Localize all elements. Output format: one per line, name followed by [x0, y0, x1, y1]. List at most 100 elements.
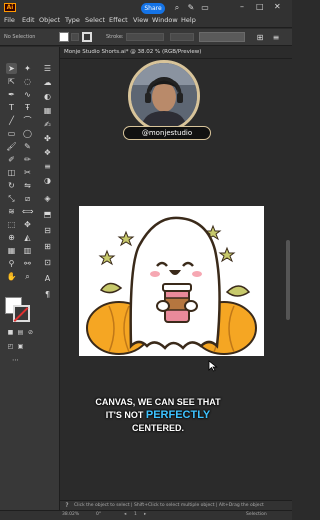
live-paint-tool-icon[interactable]: ◭ — [22, 232, 33, 243]
ellipse-tool-icon[interactable]: ◯ — [22, 128, 33, 139]
search-icon[interactable]: ⌕ — [172, 3, 182, 13]
menu-window[interactable]: Window — [152, 16, 178, 24]
tabs-icon[interactable]: ▭ — [200, 3, 210, 13]
shaper-tool-icon[interactable]: ✐ — [6, 154, 17, 165]
selection-status: No Selection — [4, 34, 36, 40]
swatches-panel-icon[interactable]: ▦ — [42, 105, 53, 116]
puppet-warp-tool-icon[interactable]: ✥ — [22, 219, 33, 230]
symbols-panel-icon[interactable]: ✤ — [42, 133, 53, 144]
eyedropper-tool-icon[interactable]: ⚲ — [6, 258, 17, 269]
none-mode-icon[interactable]: ⊘ — [25, 327, 36, 338]
stroke-color-swatch[interactable] — [82, 32, 92, 42]
menu-object[interactable]: Object — [39, 16, 60, 24]
artboard[interactable] — [79, 206, 264, 356]
hand-tool-icon[interactable]: ✋ — [6, 271, 17, 282]
artboard-number[interactable]: 1 — [134, 512, 137, 517]
fill-color-swatch[interactable] — [59, 32, 69, 42]
lasso-tool-icon[interactable]: ◌ — [22, 76, 33, 87]
menu-bar: File Edit Object Type Select Effect View… — [0, 14, 292, 28]
menu-icon[interactable]: ≡ — [271, 33, 281, 43]
menu-help[interactable]: Help — [181, 16, 196, 24]
hint-text: Click the object to select | Shift+Click… — [74, 503, 264, 508]
brush-tool-icon[interactable]: 🖌 — [6, 141, 17, 152]
vertical-scrollbar[interactable] — [284, 60, 292, 500]
caption-line-1: CANVAS, WE CAN SEE THAT — [95, 397, 221, 407]
selection-tool-icon[interactable]: ➤ — [6, 63, 17, 74]
align-panel-icon[interactable]: ⊟ — [42, 225, 53, 236]
control-bar: No Selection Stroke: ⊞ ≡ — [0, 29, 292, 46]
shape-builder-tool-icon[interactable]: ⊕ — [6, 232, 17, 243]
blend-tool-icon[interactable]: ⚯ — [22, 258, 33, 269]
zoom-tool-icon[interactable]: ⌕ — [22, 271, 33, 282]
magic-wand-tool-icon[interactable]: ✦ — [22, 63, 33, 74]
pen-icon[interactable]: ✎ — [186, 3, 196, 13]
menu-type[interactable]: Type — [65, 16, 80, 24]
warp-tool-icon[interactable]: ≋ — [6, 206, 17, 217]
menu-select[interactable]: Select — [85, 16, 105, 24]
next-artboard-icon[interactable]: ▸ — [144, 512, 146, 517]
fill-dropdown[interactable] — [71, 33, 79, 41]
presenter-avatar — [131, 63, 197, 129]
scale-tool-icon[interactable]: ⤡ — [6, 193, 17, 204]
grid-icon[interactable]: ⊞ — [255, 33, 265, 43]
transform-panel-icon[interactable]: ⊡ — [42, 257, 53, 268]
type-tool-icon[interactable]: T — [6, 102, 17, 113]
close-icon[interactable]: ✕ — [274, 2, 281, 11]
menu-edit[interactable]: Edit — [22, 16, 35, 24]
caption-line-3: CENTERED. — [131, 423, 184, 433]
stroke-swatch[interactable] — [13, 305, 30, 322]
reflect-tool-icon[interactable]: ⇋ — [22, 180, 33, 191]
graphic-styles-panel-icon[interactable]: ❖ — [42, 147, 53, 158]
scissors-tool-icon[interactable]: ✂ — [22, 167, 33, 178]
graphic-style-box[interactable] — [199, 32, 245, 42]
scrollbar-thumb[interactable] — [286, 240, 290, 320]
character-panel-icon[interactable]: A — [42, 273, 53, 284]
shear-tool-icon[interactable]: ⧄ — [22, 193, 33, 204]
paragraph-panel-icon[interactable]: ¶ — [42, 289, 53, 300]
screen-mode-icon[interactable]: ▣ — [15, 341, 26, 352]
rotate-tool-icon[interactable]: ↻ — [6, 180, 17, 191]
video-caption: CANVAS, WE CAN SEE THAT IT'S NOT PERFECT… — [60, 396, 256, 435]
menu-effect[interactable]: Effect — [109, 16, 128, 24]
minimize-icon[interactable]: – — [240, 2, 244, 11]
pen-tool-icon[interactable]: ✒ — [6, 89, 17, 100]
variable-width-dropdown[interactable] — [170, 33, 194, 41]
curvature-tool-icon[interactable]: ∿ — [22, 89, 33, 100]
channel-handle: @monjestudio — [123, 126, 211, 140]
pencil-tool-icon[interactable]: ✏ — [22, 154, 33, 165]
direct-selection-tool-icon[interactable]: ⇱ — [6, 76, 17, 87]
transparency-panel-icon[interactable]: ◑ — [42, 175, 53, 186]
layers-panel-icon[interactable]: ◈ — [42, 193, 53, 204]
title-bar: Ai Share ⌕ ✎ ▭ – □ ✕ — [0, 0, 292, 14]
stroke-weight-field[interactable] — [126, 33, 164, 41]
artboards-panel-icon[interactable]: ⬒ — [42, 209, 53, 220]
brushes-panel-icon[interactable]: ✍ — [42, 119, 53, 130]
maximize-icon[interactable]: □ — [256, 2, 264, 11]
width-tool-icon[interactable]: ⟺ — [22, 206, 33, 217]
leaf-right — [225, 285, 251, 297]
line-tool-icon[interactable]: ╱ — [6, 115, 17, 126]
arc-tool-icon[interactable]: ⌒ — [22, 115, 33, 126]
document-tab[interactable]: Monje Studio Shorts.ai* @ 38.02 % (RGB/P… — [60, 47, 292, 59]
menu-view[interactable]: View — [133, 16, 148, 24]
free-transform-tool-icon[interactable]: ⬚ — [6, 219, 17, 230]
color-panel-icon[interactable]: ◐ — [42, 91, 53, 102]
caption-highlight: PERFECTLY — [145, 409, 211, 421]
mesh-tool-icon[interactable]: ▦ — [6, 245, 17, 256]
gradient-tool-icon[interactable]: ▥ — [22, 245, 33, 256]
eraser-tool-icon[interactable]: ◫ — [6, 167, 17, 178]
share-button[interactable]: Share — [141, 3, 165, 14]
menu-file[interactable]: File — [4, 16, 15, 24]
zoom-level[interactable]: 38.02% — [62, 512, 79, 517]
touch-type-tool-icon[interactable]: Ŧ — [22, 102, 33, 113]
rotate-view-angle[interactable]: 0° — [96, 512, 101, 517]
stroke-panel-icon[interactable]: ≡ — [42, 161, 53, 172]
pathfinder-panel-icon[interactable]: ⊞ — [42, 241, 53, 252]
libraries-panel-icon[interactable]: ☁ — [42, 77, 53, 88]
properties-panel-icon[interactable]: ☰ — [42, 63, 53, 74]
prev-artboard-icon[interactable]: ◂ — [124, 512, 126, 517]
edit-toolbar-icon[interactable]: ⋯ — [10, 355, 21, 366]
rectangle-tool-icon[interactable]: ▭ — [6, 128, 17, 139]
webcam-overlay — [128, 60, 200, 132]
blob-brush-tool-icon[interactable]: ✎ — [22, 141, 33, 152]
